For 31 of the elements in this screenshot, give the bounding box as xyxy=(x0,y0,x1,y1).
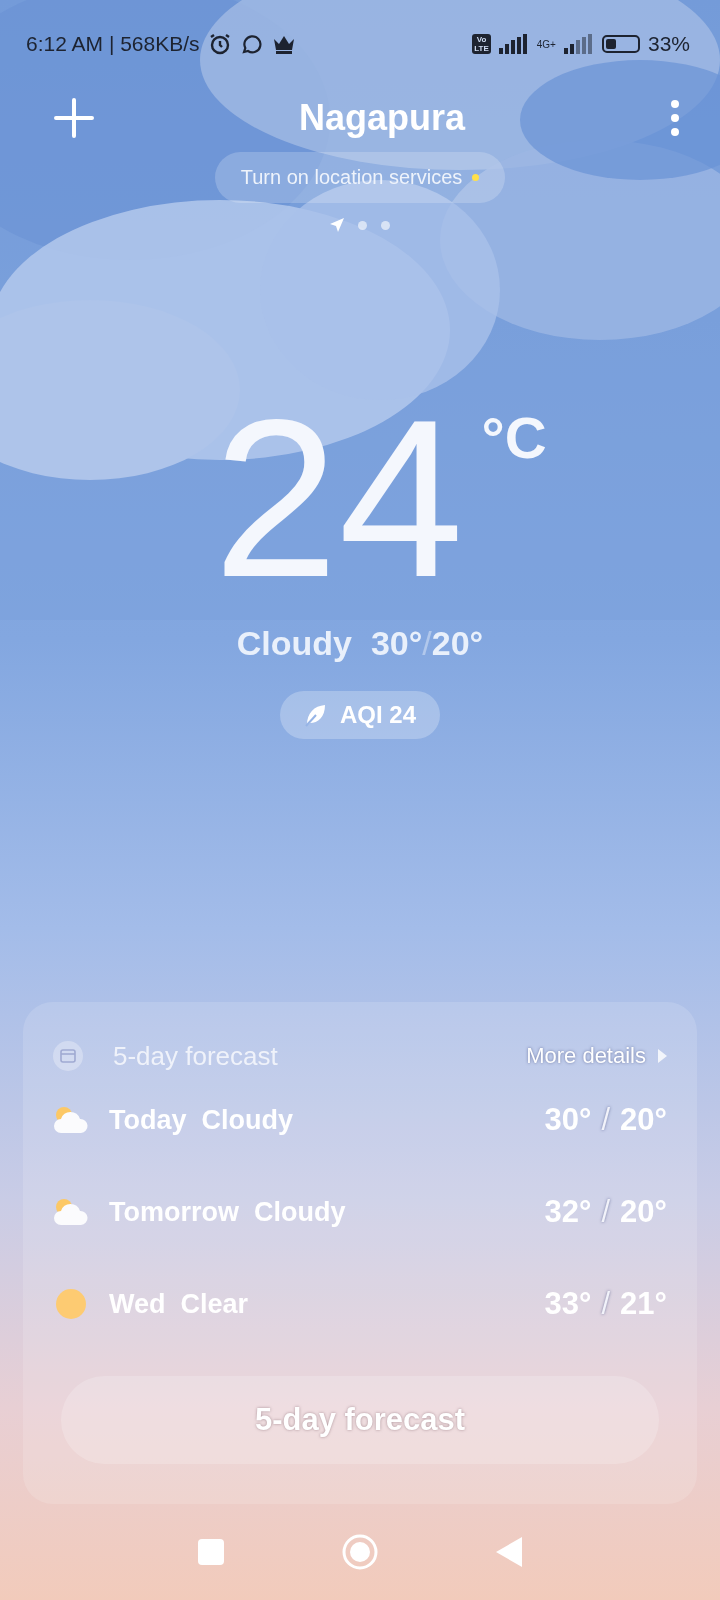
sun-icon xyxy=(53,1288,89,1320)
condition-summary: Cloudy 30°/20° xyxy=(236,624,484,663)
page-dot[interactable] xyxy=(381,220,390,230)
location-services-button[interactable]: Turn on location services xyxy=(214,152,506,203)
caret-icon xyxy=(658,1049,667,1063)
cloud-sun-icon xyxy=(53,1105,89,1135)
battery-icon xyxy=(601,35,640,53)
recents-icon[interactable] xyxy=(198,1539,224,1565)
temperature: 24 xyxy=(213,408,464,588)
signal-icon xyxy=(563,34,594,54)
add-icon[interactable] xyxy=(54,98,94,138)
more-icon[interactable] xyxy=(670,100,680,136)
back-icon[interactable] xyxy=(496,1537,522,1567)
location-arrow-icon[interactable] xyxy=(330,218,344,232)
network-type: 4G+ xyxy=(536,38,556,50)
more-details-link[interactable]: More details xyxy=(526,1043,667,1069)
calendar-icon xyxy=(53,1041,83,1071)
battery-percent: 33% xyxy=(647,32,690,56)
volte-badge: Vo LTE xyxy=(472,34,491,54)
forecast-day: Today Cloudy xyxy=(109,1104,294,1136)
signal-icon xyxy=(498,34,529,54)
aqi-button[interactable]: AQI 24 xyxy=(280,691,440,739)
cloud-sun-icon xyxy=(53,1197,89,1227)
forecast-temps: 30° / 20° xyxy=(544,1102,667,1138)
home-icon[interactable] xyxy=(342,1534,378,1570)
chat-icon xyxy=(239,32,264,56)
temperature-unit: °C xyxy=(481,408,547,468)
status-time: 6:12 AM | 568KB/s xyxy=(26,32,200,56)
city-name: Nagapura xyxy=(298,97,465,139)
page-dot[interactable] xyxy=(358,220,367,230)
leaf-icon xyxy=(304,703,326,727)
